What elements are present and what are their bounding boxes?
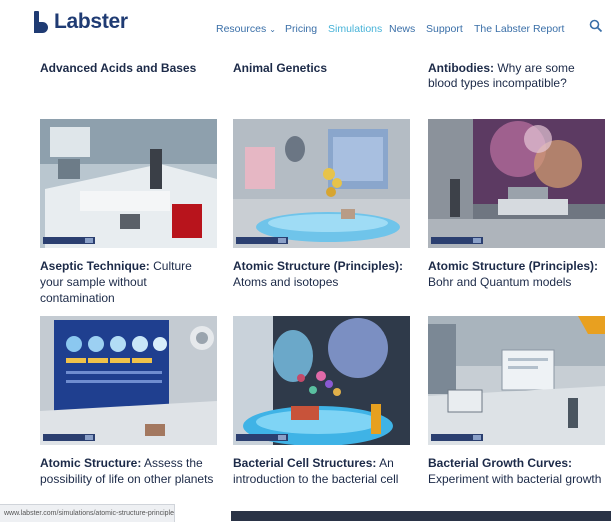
simulation-badge — [431, 237, 483, 244]
simulations-grid: Advanced Acids and Bases Animal Genetics… — [0, 52, 611, 521]
simulation-thumbnail[interactable] — [233, 316, 410, 445]
simulation-thumbnail[interactable] — [428, 119, 605, 248]
simulation-thumbnail[interactable] — [40, 316, 217, 445]
simulation-thumbnail[interactable] — [233, 119, 410, 248]
simulation-card-aseptic-technique[interactable]: Aseptic Technique: Culture your sample w… — [40, 119, 217, 306]
simulation-card-bacterial-growth-curves[interactable]: Bacterial Growth Curves: Experiment with… — [428, 316, 605, 487]
simulation-title[interactable]: Bacterial Cell Structures: An introducti… — [233, 455, 410, 487]
nav-simulations[interactable]: Simulations — [328, 23, 382, 35]
simulation-thumbnail[interactable] — [428, 316, 605, 445]
nav-resources[interactable]: Resources ⌄ — [216, 23, 276, 35]
nav-news[interactable]: News — [389, 23, 415, 35]
labster-logo[interactable]: Labster — [32, 10, 128, 34]
simulation-title[interactable]: Atomic Structure (Principles): Bohr and … — [428, 258, 605, 290]
nav-labster-report[interactable]: The Labster Report — [474, 23, 564, 35]
top-simulation-title[interactable]: Antibodies: Why are some blood types inc… — [428, 61, 598, 91]
simulation-title[interactable]: Aseptic Technique: Culture your sample w… — [40, 258, 217, 306]
simulation-title[interactable]: Atomic Structure (Principles): Atoms and… — [233, 258, 410, 290]
labster-logo-icon — [32, 11, 50, 33]
search-icon[interactable] — [589, 19, 603, 33]
simulation-badge — [431, 434, 483, 441]
top-simulation-title[interactable]: Animal Genetics — [233, 61, 408, 76]
status-bar-url: www.labster.com/simulations/atomic-struc… — [0, 504, 175, 522]
simulation-title[interactable]: Atomic Structure: Assess the possibility… — [40, 455, 217, 487]
simulation-badge — [43, 237, 95, 244]
top-simulation-title[interactable]: Advanced Acids and Bases — [40, 61, 215, 76]
simulation-thumbnail[interactable] — [40, 119, 217, 248]
simulation-card-bacterial-cell-structures[interactable]: Bacterial Cell Structures: An introducti… — [233, 316, 410, 487]
simulation-card-atoms-isotopes[interactable]: Atomic Structure (Principles): Atoms and… — [233, 119, 410, 290]
simulation-badge — [236, 237, 288, 244]
nav-pricing[interactable]: Pricing — [285, 23, 317, 35]
simulation-badge — [236, 434, 288, 441]
simulation-card-bohr-quantum[interactable]: Atomic Structure (Principles): Bohr and … — [428, 119, 605, 290]
chevron-down-icon: ⌄ — [269, 25, 276, 34]
simulation-badge — [43, 434, 95, 441]
next-row-thumbnails — [231, 511, 611, 521]
simulation-card-life-other-planets[interactable]: Atomic Structure: Assess the possibility… — [40, 316, 217, 487]
simulation-title[interactable]: Bacterial Growth Curves: Experiment with… — [428, 455, 605, 487]
nav-support[interactable]: Support — [426, 23, 463, 35]
logo-text: Labster — [54, 10, 128, 33]
site-header: Labster Resources ⌄ Pricing Simulations N… — [0, 0, 611, 52]
